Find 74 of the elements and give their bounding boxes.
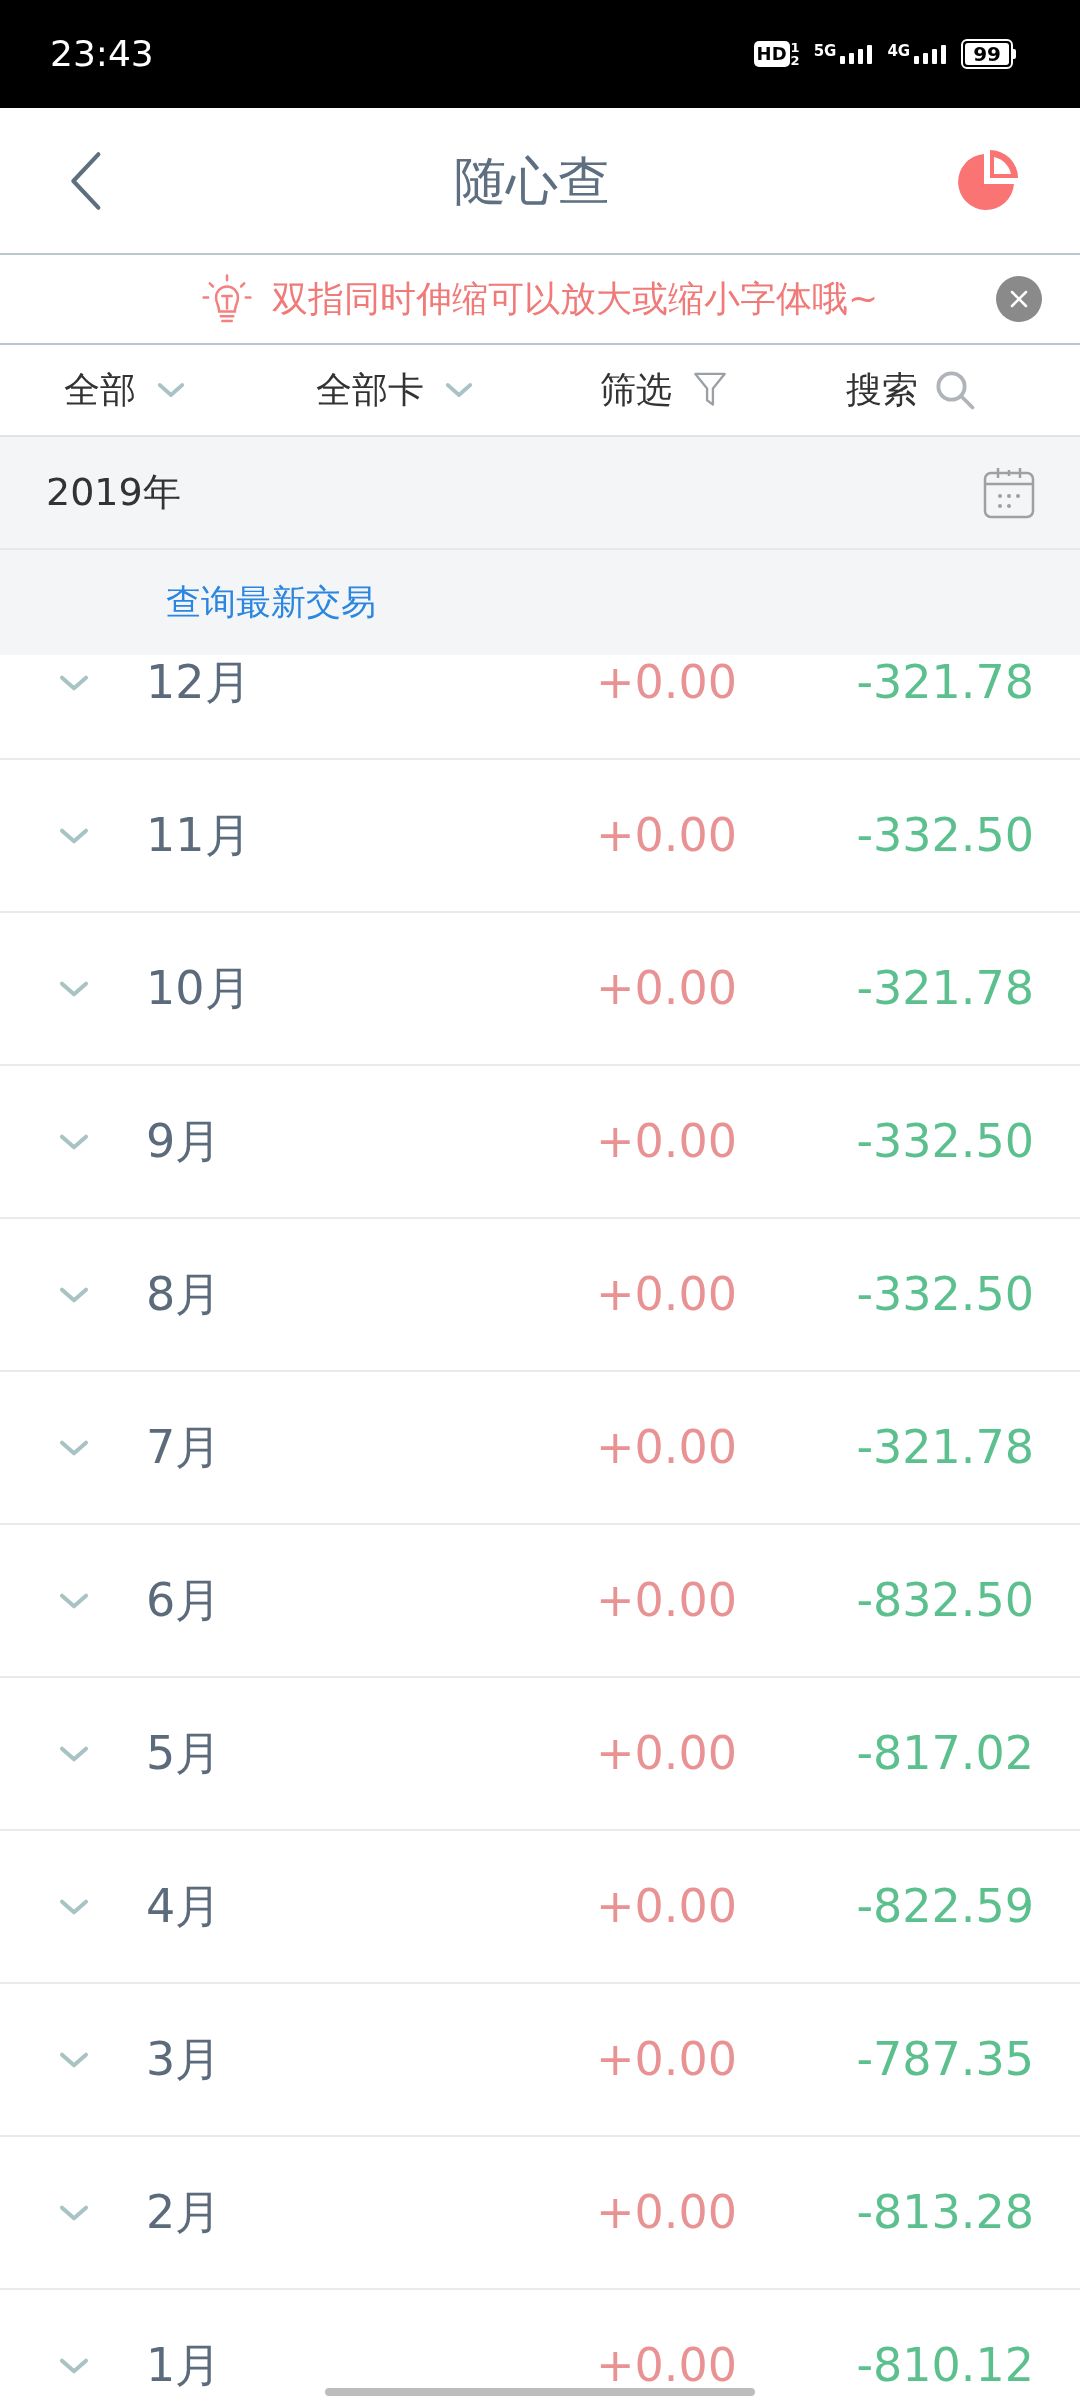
filter-tab[interactable]: 全部卡 [270, 345, 540, 435]
income-amount: +0.00 [596, 2337, 737, 2394]
expense-amount: -822.59 [856, 1878, 1034, 1935]
month-row[interactable]: 8月 +0.00 -332.50 [0, 1219, 1080, 1372]
chevron-down-icon [444, 381, 474, 399]
filter-tab[interactable]: 筛选 [540, 345, 810, 435]
chevron-down-icon [156, 381, 186, 399]
lightbulb-icon [201, 274, 252, 324]
page-title: 随心查 [454, 149, 610, 213]
signal-icon [839, 43, 874, 65]
month-label: 4月 [146, 1878, 223, 1935]
calendar-button[interactable] [982, 465, 1036, 520]
filter-icon [692, 371, 728, 409]
filter-tab[interactable]: 全部 [0, 345, 270, 435]
month-row[interactable]: 9月 +0.00 -332.50 [0, 1066, 1080, 1219]
expense-amount: -832.50 [856, 1572, 1034, 1629]
month-row[interactable]: 11月 +0.00 -332.50 [0, 760, 1080, 913]
expense-amount: -321.78 [856, 960, 1034, 1017]
income-amount: +0.00 [596, 1878, 737, 1935]
month-label: 12月 [146, 655, 252, 711]
month-label: 3月 [146, 2031, 223, 2088]
expense-amount: -810.12 [856, 2337, 1034, 2394]
month-row[interactable]: 5月 +0.00 -817.02 [0, 1678, 1080, 1831]
month-label: 8月 [146, 1266, 223, 1323]
battery-level: 99 [965, 43, 1009, 65]
income-amount: +0.00 [596, 807, 737, 864]
month-label: 1月 [146, 2337, 223, 2394]
month-row[interactable]: 3月 +0.00 -787.35 [0, 1984, 1080, 2137]
network-label: 5G [813, 43, 837, 59]
month-label: 11月 [146, 807, 252, 864]
sim-slot-label: 2 [790, 54, 800, 67]
month-row[interactable]: 2月 +0.00 -813.28 [0, 2137, 1080, 2290]
income-amount: +0.00 [596, 960, 737, 1017]
expense-amount: -332.50 [856, 1113, 1034, 1170]
year-label: 2019年 [46, 469, 181, 516]
signal-icon [913, 43, 948, 65]
expense-amount: -321.78 [856, 655, 1034, 711]
close-icon [1009, 289, 1029, 309]
month-label: 9月 [146, 1113, 223, 1170]
expense-amount: -332.50 [856, 1266, 1034, 1323]
income-amount: +0.00 [596, 1725, 737, 1782]
back-icon [68, 150, 102, 211]
month-label: 6月 [146, 1572, 223, 1629]
filter-tab[interactable]: 搜索 [810, 345, 1080, 435]
income-amount: +0.00 [596, 655, 737, 711]
sim-slot-label: 1 [790, 41, 800, 54]
network-label: 4G [887, 43, 911, 59]
income-amount: +0.00 [596, 1266, 737, 1323]
expense-amount: -813.28 [856, 2184, 1034, 2241]
month-row[interactable]: 12月 +0.00 -321.78 [0, 655, 1080, 760]
income-amount: +0.00 [596, 1419, 737, 1476]
month-row[interactable]: 7月 +0.00 -321.78 [0, 1372, 1080, 1525]
expense-amount: -321.78 [856, 1419, 1034, 1476]
month-label: 2月 [146, 2184, 223, 2241]
month-label: 10月 [146, 960, 252, 1017]
month-row[interactable]: 4月 +0.00 -822.59 [0, 1831, 1080, 1984]
month-row[interactable]: 10月 +0.00 -321.78 [0, 913, 1080, 1066]
expense-amount: -332.50 [856, 807, 1034, 864]
month-label: 5月 [146, 1725, 223, 1782]
close-button[interactable] [996, 276, 1042, 322]
month-row[interactable]: 6月 +0.00 -832.50 [0, 1525, 1080, 1678]
hd-badge: HD [753, 41, 790, 67]
income-amount: +0.00 [596, 1572, 737, 1629]
income-amount: +0.00 [596, 1113, 737, 1170]
search-icon [934, 369, 976, 411]
expense-amount: -817.02 [856, 1725, 1034, 1782]
clock-time: 23:43 [50, 32, 154, 76]
income-amount: +0.00 [596, 2184, 737, 2241]
tip-text: 双指同时伸缩可以放大或缩小字体哦~ [271, 277, 879, 321]
latest-transactions-link[interactable]: 查询最新交易 [166, 576, 376, 629]
income-amount: +0.00 [596, 2031, 737, 2088]
expense-amount: -787.35 [856, 2031, 1034, 2088]
month-label: 7月 [146, 1419, 223, 1476]
calendar-icon [982, 465, 1036, 520]
